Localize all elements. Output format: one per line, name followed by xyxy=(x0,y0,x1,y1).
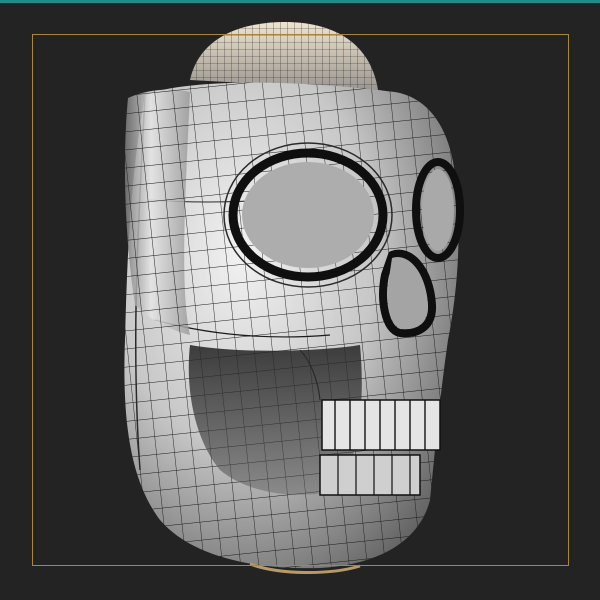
cheek-panel xyxy=(124,89,190,335)
skull-cap xyxy=(190,22,378,90)
skull-mesh-model[interactable] xyxy=(0,0,600,600)
right-eye-socket xyxy=(412,158,464,262)
3d-viewport[interactable] xyxy=(0,0,600,600)
